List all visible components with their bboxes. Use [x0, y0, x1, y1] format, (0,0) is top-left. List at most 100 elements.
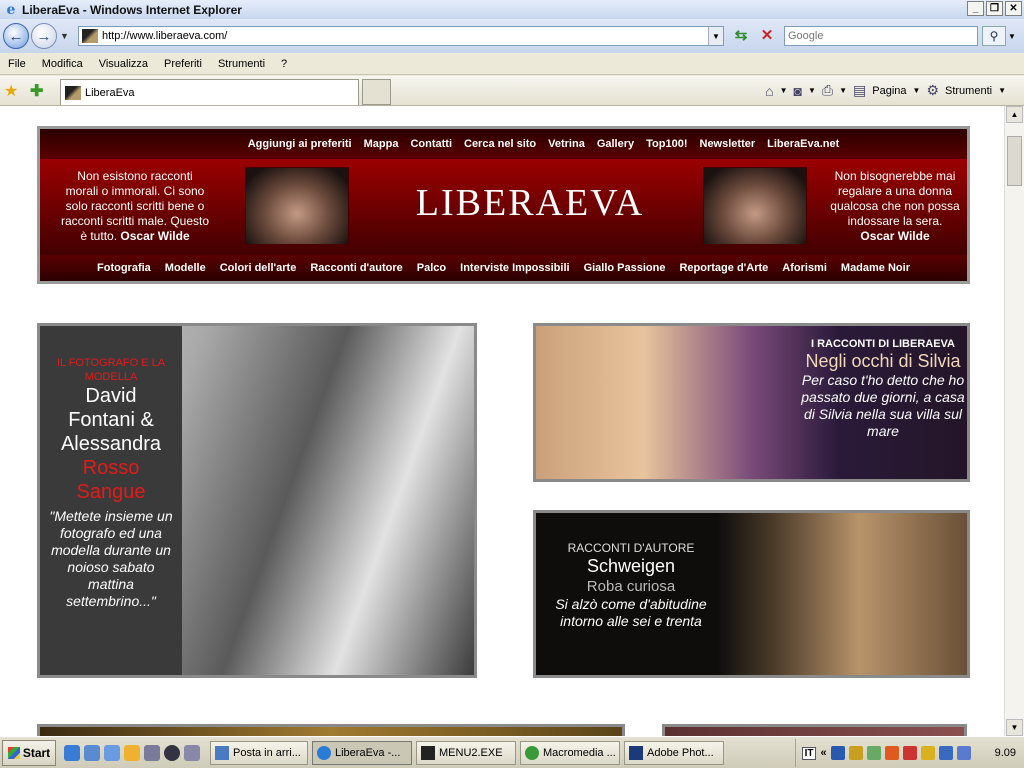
vertical-scrollbar[interactable]: ▲ ▼: [1004, 106, 1024, 736]
menu-strumenti[interactable]: Strumenti: [210, 58, 273, 70]
tab-label: LiberaEva: [85, 86, 135, 99]
system-tray: IT « 9.09: [794, 739, 1024, 767]
taskbar-item-label: Macromedia ...: [543, 746, 616, 759]
feature-title-red: Rosso: [82, 457, 140, 479]
start-button[interactable]: Start: [2, 739, 56, 766]
nav-liberaeva-net[interactable]: LiberaEva.net: [767, 138, 839, 150]
nav-modelle[interactable]: Modelle: [165, 262, 206, 274]
nav-vetrina[interactable]: Vetrina: [548, 138, 585, 150]
search-input[interactable]: Google: [784, 26, 978, 46]
ie-icon[interactable]: [104, 744, 120, 761]
search-button[interactable]: ⚲: [982, 26, 1006, 46]
nav-add-favorites[interactable]: Aggiungi ai preferiti: [248, 138, 352, 150]
clock[interactable]: 9.09: [995, 747, 1016, 759]
nav-aforismi[interactable]: Aforismi: [782, 262, 827, 274]
forward-arrow-icon: →: [36, 27, 52, 45]
outlook-icon[interactable]: [84, 744, 100, 761]
taskbar-item-macromedia[interactable]: Macromedia ...: [520, 740, 620, 765]
feature-title-line: David: [85, 385, 137, 407]
favorites-star-icon[interactable]: ★: [4, 81, 18, 101]
menu-file[interactable]: File: [0, 58, 34, 70]
antivirus-icon[interactable]: [884, 746, 899, 760]
taskbar-item-liberaeva[interactable]: LiberaEva -...: [312, 740, 412, 765]
scroll-thumb[interactable]: [1007, 136, 1022, 186]
print-dropdown[interactable]: ▼: [839, 86, 847, 95]
feature-category: IL FOTOGRAFO E LA MODELLA: [56, 357, 166, 383]
feeds-icon[interactable]: ◙: [794, 83, 802, 99]
scroll-down-button[interactable]: ▼: [1006, 719, 1023, 736]
dreamweaver-icon: [525, 745, 539, 760]
nav-reportage[interactable]: Reportage d'Arte: [679, 262, 768, 274]
new-tab-button[interactable]: [362, 79, 391, 105]
address-input[interactable]: http://www.liberaeva.com/ ▼: [78, 26, 724, 46]
window-icon[interactable]: [144, 744, 160, 761]
feature-description: Per caso t'ho detto che ho passato due g…: [801, 372, 965, 439]
nav-contacts[interactable]: Contatti: [410, 138, 452, 150]
shield-icon[interactable]: [902, 746, 917, 760]
nav-search-site[interactable]: Cerca nel sito: [464, 138, 536, 150]
language-indicator[interactable]: IT: [801, 746, 817, 760]
media-player-icon[interactable]: [164, 744, 180, 761]
nav-gallery[interactable]: Gallery: [597, 138, 634, 150]
ie-icon[interactable]: [64, 744, 80, 761]
minimize-button[interactable]: _: [967, 1, 984, 16]
security-icon[interactable]: [866, 746, 881, 760]
connection-icon[interactable]: [938, 746, 953, 760]
nav-giallo-passione[interactable]: Giallo Passione: [584, 262, 666, 274]
print-icon[interactable]: ⎙: [822, 82, 833, 99]
network-icon[interactable]: [830, 746, 845, 760]
feature-card-schweigen[interactable]: RACCONTI D'AUTORE Schweigen Roba curiosa…: [533, 510, 970, 678]
tab-toolbar: ★ ✚ LiberaEva ⌂ ▼ ◙ ▼ ⎙ ▼ ▤ Pagina ▼ ⚙ Strum…: [0, 76, 1024, 106]
site-logo[interactable]: LIBERAEVA: [370, 181, 690, 225]
page-dropdown[interactable]: ▼: [913, 86, 921, 95]
nav-top100[interactable]: Top100!: [646, 138, 687, 150]
clock-icon[interactable]: [124, 744, 140, 761]
close-button[interactable]: ✕: [1005, 1, 1022, 16]
feature-category: I RACCONTI DI LIBERAEVA: [810, 338, 956, 350]
taskbar-item-menu2[interactable]: MENU2.EXE: [416, 740, 516, 765]
nav-newsletter[interactable]: Newsletter: [700, 138, 756, 150]
quote-right: Non bisognerebbe mai regalare a una donn…: [830, 169, 960, 244]
taskbar-item-photoshop[interactable]: Adobe Phot...: [624, 740, 724, 765]
tab-liberaeva[interactable]: LiberaEva: [60, 79, 359, 105]
tools-dropdown[interactable]: ▼: [998, 86, 1006, 95]
forward-button[interactable]: →: [31, 23, 57, 49]
nav-palco[interactable]: Palco: [417, 262, 446, 274]
nav-colori-arte[interactable]: Colori dell'arte: [220, 262, 297, 274]
search-options-dropdown[interactable]: ▼: [1008, 26, 1018, 46]
stop-button[interactable]: ✕: [756, 25, 778, 45]
nav-map[interactable]: Mappa: [364, 138, 399, 150]
monitor-icon[interactable]: [956, 746, 971, 760]
nav-madame-noir[interactable]: Madame Noir: [841, 262, 910, 274]
maximize-button[interactable]: ❐: [986, 1, 1003, 16]
feeds-dropdown[interactable]: ▼: [808, 86, 816, 95]
feature-card-photographer[interactable]: IL FOTOGRAFO E LA MODELLA David Fontani …: [37, 323, 477, 678]
menu-visualizza[interactable]: Visualizza: [91, 58, 156, 70]
nav-fotografia[interactable]: Fotografia: [97, 262, 151, 274]
site-header: Aggiungi ai preferiti Mappa Contatti Cer…: [37, 126, 970, 284]
desktop-icon[interactable]: [184, 744, 200, 761]
menu-help[interactable]: ?: [273, 58, 295, 70]
feature-card-silvia[interactable]: I RACCONTI DI LIBERAEVA Negli occhi di S…: [533, 323, 970, 482]
tray-expand-icon[interactable]: «: [820, 747, 826, 759]
home-dropdown[interactable]: ▼: [780, 86, 788, 95]
refresh-button[interactable]: ⇆: [730, 25, 752, 45]
feature-card-partial[interactable]: [37, 724, 625, 736]
nav-interviste[interactable]: Interviste Impossibili: [460, 262, 569, 274]
feature-card-partial[interactable]: [662, 724, 967, 736]
menu-modifica[interactable]: Modifica: [34, 58, 91, 70]
nav-racconti-autore[interactable]: Racconti d'autore: [310, 262, 402, 274]
taskbar-item-mail[interactable]: Posta in arri...: [210, 740, 308, 765]
address-dropdown-button[interactable]: ▼: [708, 27, 723, 45]
add-favorites-icon[interactable]: ✚: [30, 81, 43, 101]
scroll-up-button[interactable]: ▲: [1006, 106, 1023, 123]
tools-menu-button[interactable]: Strumenti: [945, 85, 992, 97]
alert-shield-icon[interactable]: [920, 746, 935, 760]
history-dropdown-button[interactable]: ▼: [60, 31, 69, 41]
page-menu-button[interactable]: Pagina: [872, 85, 906, 97]
home-icon[interactable]: ⌂: [765, 83, 773, 99]
volume-icon[interactable]: [848, 746, 863, 760]
back-button[interactable]: ←: [3, 23, 29, 49]
menu-preferiti[interactable]: Preferiti: [156, 58, 210, 70]
quote-right-text: Non bisognerebbe mai regalare a una donn…: [830, 169, 960, 228]
